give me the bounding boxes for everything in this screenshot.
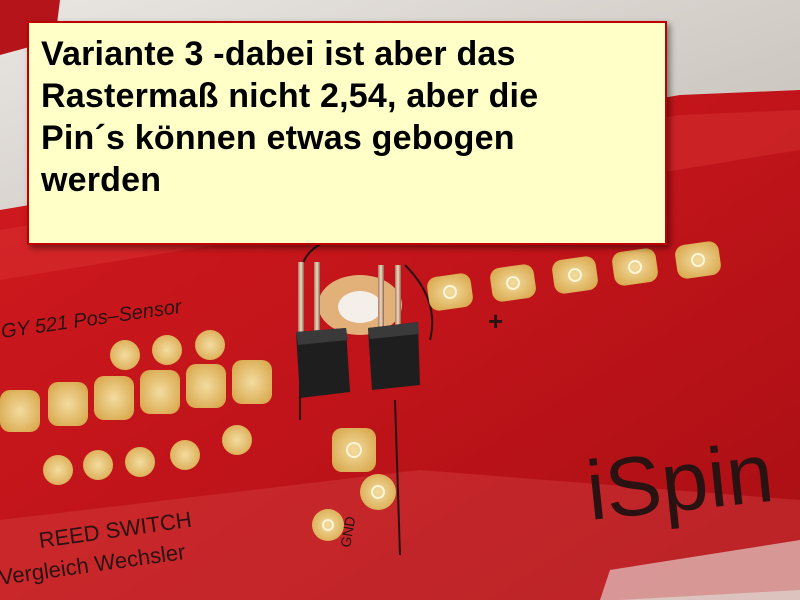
mounting-hole	[338, 291, 382, 323]
caption-text: Variante 3 -dabei ist aber das Rastermaß…	[41, 35, 539, 199]
silk-brand-label: iSpin	[582, 425, 778, 538]
caption-box: Variante 3 -dabei ist aber das Rastermaß…	[27, 21, 667, 245]
silk-plus: +	[488, 306, 503, 336]
photo-scene: + GY 521 Pos–Sensor REED SWITCH Vergleic…	[0, 0, 800, 600]
